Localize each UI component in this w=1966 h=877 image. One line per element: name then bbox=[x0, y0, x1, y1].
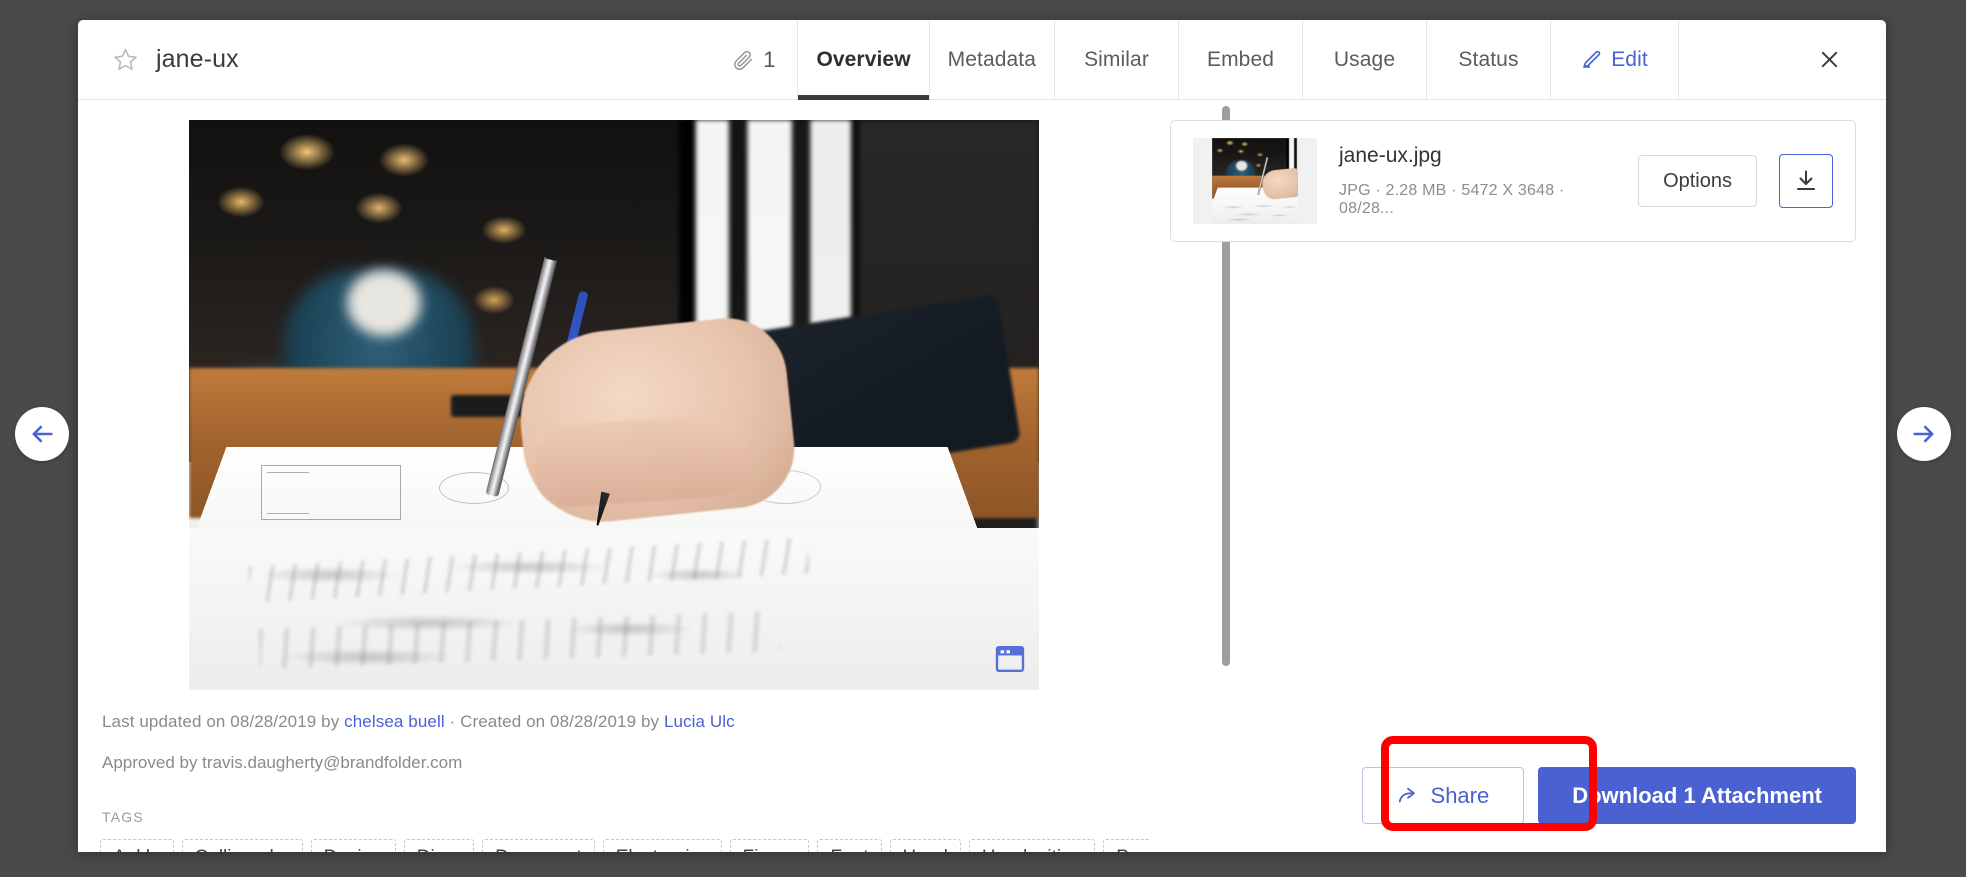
tag-chip[interactable]: Document bbox=[482, 839, 595, 852]
arrow-left-icon bbox=[32, 425, 53, 443]
attachment-info: jane-ux.jpg JPG · 2.28 MB · 5472 X 3648 … bbox=[1339, 144, 1616, 218]
tab-usage[interactable]: Usage bbox=[1302, 20, 1426, 99]
share-arrow-icon bbox=[1398, 787, 1415, 802]
attachment-file-name: jane-ux.jpg bbox=[1339, 144, 1442, 167]
page-title: jane-ux bbox=[156, 45, 239, 73]
attachment-count-group: 1 bbox=[732, 20, 797, 99]
tab-embed-label: Embed bbox=[1206, 47, 1275, 71]
tags-list: Ankle Calligraphy Design Diary Document … bbox=[78, 839, 1150, 852]
tab-edit[interactable]: Edit bbox=[1550, 20, 1678, 99]
tab-usage-label: Usage bbox=[1333, 47, 1396, 71]
tab-overview-label: Overview bbox=[816, 47, 911, 71]
asset-preview[interactable] bbox=[189, 120, 1039, 690]
share-button-label: Share bbox=[1430, 782, 1490, 808]
modal-body: Last updated on 08/28/2019 by chelsea bu… bbox=[78, 100, 1886, 852]
tag-chip[interactable]: Design bbox=[310, 839, 396, 852]
attachment-row[interactable]: jane-ux.jpg JPG · 2.28 MB · 5472 X 3648 … bbox=[1170, 120, 1856, 242]
photo-handwriting bbox=[189, 120, 1039, 690]
tab-status[interactable]: Status bbox=[1426, 20, 1550, 99]
last-updated-prefix: Last updated on 08/28/2019 by bbox=[102, 712, 345, 731]
tab-status-label: Status bbox=[1458, 47, 1519, 71]
tab-metadata-label: Metadata bbox=[947, 47, 1036, 71]
pencil-icon bbox=[1583, 50, 1601, 68]
attachments-pane: jane-ux.jpg JPG · 2.28 MB · 5472 X 3648 … bbox=[1150, 100, 1886, 852]
asset-detail-modal: jane-ux 1 Overview Metadata Similar Embe… bbox=[78, 20, 1886, 852]
tab-similar-label: Similar bbox=[1084, 47, 1149, 71]
next-asset-button[interactable] bbox=[1897, 407, 1951, 461]
attachment-download-button[interactable] bbox=[1779, 154, 1833, 208]
tab-edit-label: Edit bbox=[1611, 47, 1648, 71]
star-outline-icon[interactable] bbox=[113, 47, 138, 72]
tag-chip[interactable]: Handwriting bbox=[968, 839, 1096, 852]
download-arrow-icon bbox=[1797, 170, 1815, 190]
tab-bar: Overview Metadata Similar Embed Usage St… bbox=[797, 20, 1886, 100]
screen: jane-ux 1 Overview Metadata Similar Embe… bbox=[0, 0, 1966, 877]
header-close-area bbox=[1678, 20, 1886, 99]
close-button[interactable] bbox=[1812, 43, 1846, 77]
tag-chip[interactable]: Paper bbox=[1103, 839, 1150, 852]
tag-chip[interactable]: Hand bbox=[889, 839, 961, 852]
share-button[interactable]: Share bbox=[1361, 767, 1525, 824]
tag-chip[interactable]: Calligraphy bbox=[181, 839, 303, 852]
tags-section-label: TAGS bbox=[102, 809, 144, 825]
download-attachment-button[interactable]: Download 1 Attachment bbox=[1538, 767, 1856, 824]
tab-metadata[interactable]: Metadata bbox=[928, 20, 1054, 99]
attachment-options-button[interactable]: Options bbox=[1638, 155, 1757, 207]
tag-chip[interactable]: Finger bbox=[729, 839, 810, 852]
created-prefix: · Created on 08/28/2019 by bbox=[444, 712, 664, 731]
asset-timestamps: Last updated on 08/28/2019 by chelsea bu… bbox=[78, 712, 1150, 732]
tab-overview[interactable]: Overview bbox=[797, 20, 929, 100]
last-updated-user-link[interactable]: chelsea buell bbox=[344, 712, 445, 731]
header-title-group: jane-ux bbox=[78, 20, 638, 99]
arrow-right-icon bbox=[1913, 425, 1934, 443]
tag-chip[interactable]: Font bbox=[817, 839, 882, 852]
created-user-link[interactable]: Lucia Ulc bbox=[664, 712, 735, 731]
attachment-thumbnail bbox=[1193, 138, 1317, 224]
paperclip-icon bbox=[734, 50, 753, 70]
tab-similar[interactable]: Similar bbox=[1054, 20, 1178, 99]
asset-preview-pane: Last updated on 08/28/2019 by chelsea bu… bbox=[78, 100, 1230, 852]
modal-header: jane-ux 1 Overview Metadata Similar Embe… bbox=[78, 20, 1886, 100]
browser-window-icon[interactable] bbox=[995, 646, 1025, 672]
close-icon bbox=[1821, 51, 1837, 68]
tag-chip[interactable]: Electronics bbox=[602, 839, 722, 852]
tag-chip[interactable]: Diary bbox=[403, 839, 475, 852]
download-attachment-label: Download 1 Attachment bbox=[1572, 782, 1822, 808]
tag-chip[interactable]: Ankle bbox=[100, 839, 174, 852]
browser-window-icon-glyph bbox=[995, 646, 1025, 672]
tab-embed[interactable]: Embed bbox=[1178, 20, 1302, 99]
attachment-count: 1 bbox=[763, 46, 776, 72]
footer-action-buttons: Share Download 1 Attachment bbox=[1361, 767, 1856, 824]
attachment-file-details: JPG · 2.28 MB · 5472 X 3648 · 08/28... bbox=[1339, 182, 1565, 217]
attachment-options-label: Options bbox=[1663, 169, 1732, 192]
approved-by-text: Approved by travis.daugherty@brandfolder… bbox=[102, 753, 463, 772]
previous-asset-button[interactable] bbox=[15, 407, 69, 461]
asset-image bbox=[189, 120, 1039, 690]
